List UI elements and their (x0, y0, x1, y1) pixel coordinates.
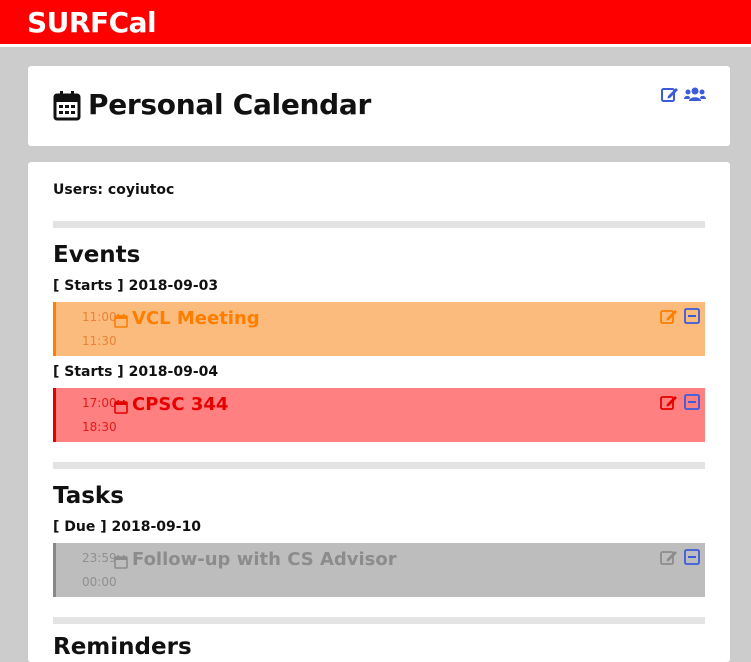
edit-icon[interactable] (660, 308, 678, 324)
edit-icon (661, 88, 678, 102)
reminders-heading: Reminders (53, 634, 192, 660)
brand-logo[interactable]: SURFCal (27, 6, 157, 39)
calendar-content-card: Users: coyiutoc Events [ Starts ] 2018-0… (28, 162, 730, 662)
edit-icon[interactable] (660, 549, 678, 565)
calendar-icon (114, 314, 128, 328)
event-item[interactable]: 17:00 18:30 CPSC 344 (53, 388, 705, 442)
calendar-icon (114, 555, 128, 569)
event-date-heading: [ Starts ] 2018-09-03 (53, 278, 219, 294)
users-button[interactable] (684, 86, 706, 106)
users-icon (684, 87, 706, 101)
task-title[interactable]: Follow-up with CS Advisor (132, 549, 397, 570)
calendar-icon (114, 400, 128, 414)
event-actions (660, 308, 700, 324)
event-actions (660, 394, 700, 410)
page-title: Personal Calendar (88, 88, 372, 121)
task-start-time: 23:59 (82, 551, 117, 565)
event-end-time: 11:30 (82, 334, 117, 348)
event-end-time: 18:30 (82, 420, 117, 434)
task-actions (660, 549, 700, 565)
section-divider (53, 221, 705, 228)
calendar-icon (53, 91, 81, 121)
edit-calendar-button[interactable] (661, 86, 679, 106)
event-title[interactable]: VCL Meeting (132, 308, 260, 329)
event-title[interactable]: CPSC 344 (132, 394, 228, 415)
section-divider (53, 617, 705, 624)
event-start-time: 17:00 (82, 396, 117, 410)
section-divider (53, 462, 705, 469)
event-date-heading: [ Starts ] 2018-09-04 (53, 364, 219, 380)
tasks-heading: Tasks (53, 483, 124, 509)
users-label: Users: coyiutoc (53, 182, 175, 198)
task-date-heading: [ Due ] 2018-09-10 (53, 519, 202, 535)
edit-icon[interactable] (660, 394, 678, 410)
header-actions (661, 86, 706, 106)
event-item[interactable]: 11:00 11:30 VCL Meeting (53, 302, 705, 356)
event-start-time: 11:00 (82, 310, 117, 324)
task-end-time: 00:00 (82, 575, 117, 589)
remove-icon[interactable] (684, 549, 700, 565)
calendar-header-card: Personal Calendar (28, 66, 730, 146)
remove-icon[interactable] (684, 308, 700, 324)
task-item[interactable]: 23:59 00:00 Follow-up with CS Advisor (53, 543, 705, 597)
events-heading: Events (53, 242, 141, 268)
top-navbar: SURFCal (0, 0, 751, 47)
remove-icon[interactable] (684, 394, 700, 410)
